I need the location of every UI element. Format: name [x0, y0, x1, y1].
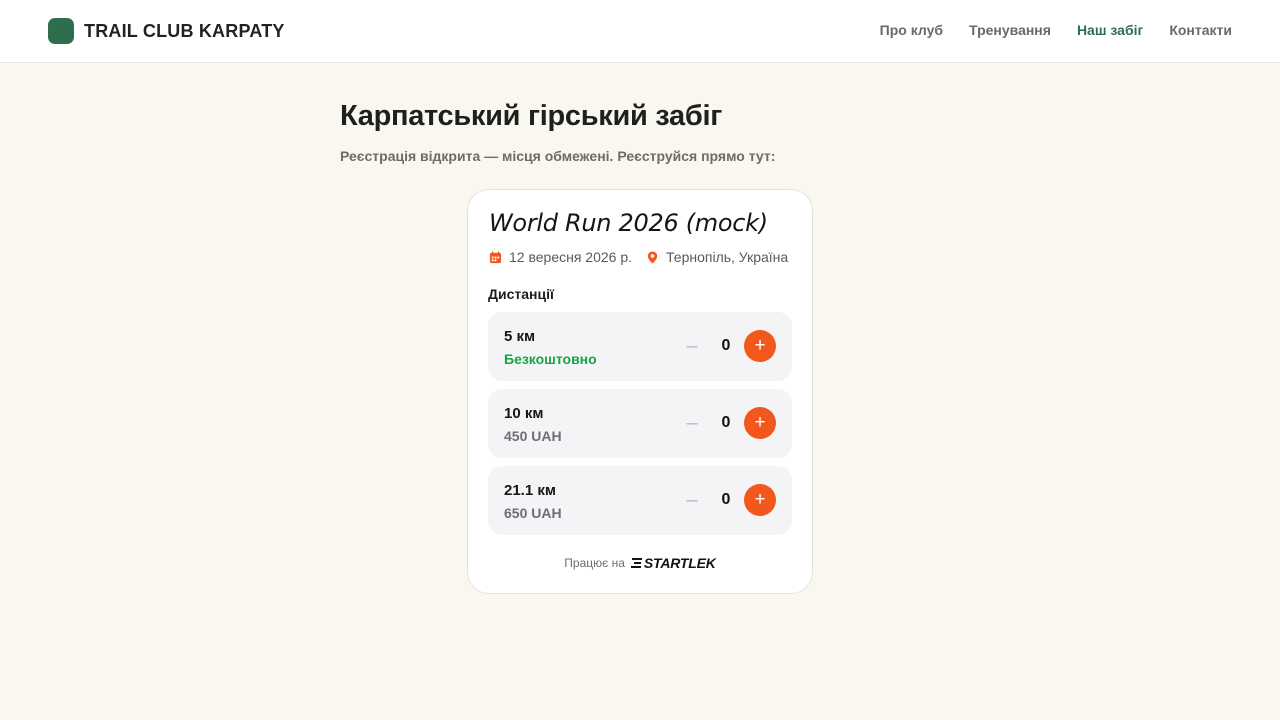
distance-row: 5 км Безкоштовно – 0 + — [488, 312, 792, 381]
nav-item-about[interactable]: Про клуб — [880, 22, 943, 38]
distance-price: Безкоштовно — [504, 351, 597, 367]
brand[interactable]: TRAIL CLUB KARPATY — [48, 18, 285, 44]
distance-price: 450 UAH — [504, 428, 562, 444]
nav-item-our-race[interactable]: Наш забіг — [1077, 22, 1143, 38]
event-location: Тернопіль, Україна — [646, 249, 788, 265]
brand-name: TRAIL CLUB KARPATY — [84, 20, 285, 41]
quantity-value: 0 — [721, 491, 731, 508]
event-title: World Run 2026 (mock) — [489, 209, 768, 237]
distance-price: 650 UAH — [504, 505, 562, 521]
powered-by-label: Працює на — [564, 556, 625, 570]
quantity-value: 0 — [721, 414, 731, 431]
distance-name: 5 км — [504, 328, 536, 345]
nav-item-contacts[interactable]: Контакти — [1169, 22, 1232, 38]
distances-label: Дистанції — [488, 286, 554, 302]
brand-logo-icon — [48, 18, 74, 44]
increment-button[interactable]: + — [744, 330, 776, 362]
decrement-button[interactable]: – — [684, 413, 700, 433]
distance-row: 21.1 км 650 UAH – 0 + — [488, 466, 792, 535]
event-date-text: 12 вересня 2026 р. — [509, 249, 633, 265]
increment-button[interactable]: + — [744, 484, 776, 516]
event-location-text: Тернопіль, Україна — [666, 249, 789, 265]
calendar-icon — [489, 250, 502, 263]
page-title: Карпатський гірський забіг — [340, 100, 722, 132]
distance-row: 10 км 450 UAH – 0 + — [488, 389, 792, 458]
event-meta: 12 вересня 2026 р. Тернопіль, Україна — [489, 249, 788, 265]
main-nav: Про клуб Тренування Наш забіг Контакти — [880, 22, 1232, 38]
nav-item-trainings[interactable]: Тренування — [969, 22, 1051, 38]
registration-widget: World Run 2026 (mock) 12 вересня 2026 р.… — [467, 189, 813, 594]
decrement-button[interactable]: – — [684, 490, 700, 510]
startlek-brand: STARTLEK — [643, 555, 716, 571]
distance-name: 10 км — [504, 405, 544, 422]
startlek-logo[interactable]: STARTLEK — [630, 555, 716, 571]
event-date: 12 вересня 2026 р. — [489, 249, 632, 265]
increment-button[interactable]: + — [744, 407, 776, 439]
quantity-value: 0 — [721, 337, 731, 354]
top-navbar: TRAIL CLUB KARPATY Про клуб Тренування Н… — [0, 0, 1280, 63]
distance-name: 21.1 км — [504, 482, 556, 499]
page-subtitle: Реєстрація відкрита — місця обмежені. Ре… — [340, 148, 776, 164]
powered-by: Працює на STARTLEK — [468, 555, 812, 571]
decrement-button[interactable]: – — [684, 336, 700, 356]
startlek-mark-icon — [630, 558, 642, 568]
map-pin-icon — [647, 250, 658, 264]
